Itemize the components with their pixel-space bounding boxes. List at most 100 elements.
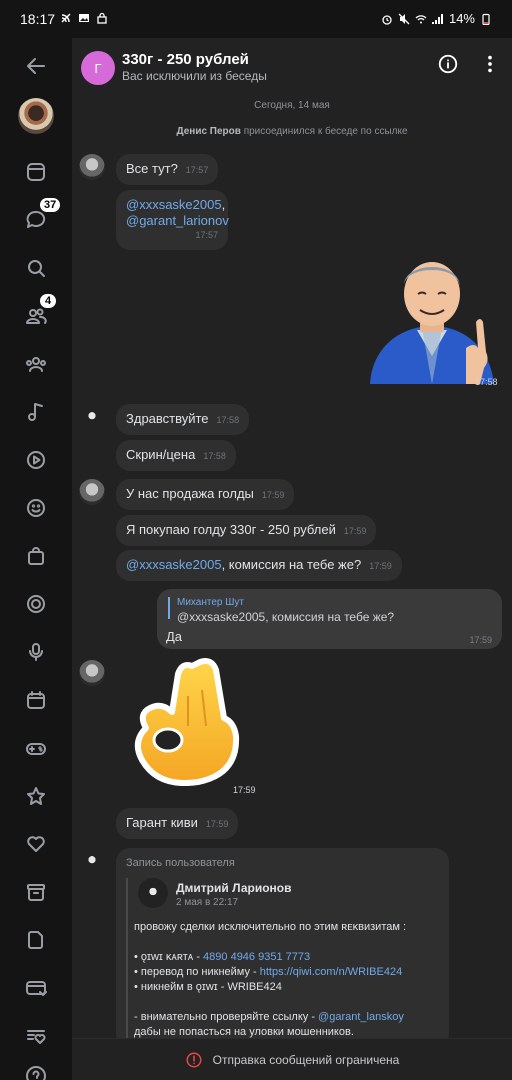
chat-avatar[interactable]: Г	[81, 51, 115, 85]
message-bubble[interactable]: Гарант киви 17:59	[116, 808, 239, 839]
bookmarks-star-icon	[27, 787, 45, 805]
sidebar-item-friends[interactable]: 4	[20, 292, 58, 332]
join-notice: Денис Перов присоединился к беседе по сс…	[72, 126, 512, 137]
post-author-avatar[interactable]	[138, 878, 168, 908]
notification-icons	[60, 12, 108, 24]
video-icon	[27, 451, 45, 469]
message-bubble[interactable]: У нас продажа голды 17:59	[116, 479, 295, 510]
documents-icon	[28, 931, 43, 949]
stickers-icon	[27, 499, 45, 517]
communities-icon	[26, 357, 46, 372]
post-line: провожу сделки исключительно по этим ʀᴇᴋ…	[134, 921, 407, 933]
donations-icon	[27, 1030, 46, 1044]
more-button[interactable]	[476, 50, 504, 78]
repost-bar	[126, 878, 128, 1048]
sticker-ok-hand[interactable]	[128, 656, 244, 786]
profile-avatar[interactable]	[18, 98, 54, 134]
message-text: Гарант киви	[126, 815, 198, 830]
mention-link[interactable]: @xxxsaske2005	[126, 557, 222, 572]
sender-avatar[interactable]	[79, 154, 105, 180]
mute-icon	[398, 13, 410, 24]
sender-avatar[interactable]	[79, 660, 105, 686]
sender-avatar[interactable]	[79, 404, 105, 430]
sidebar-item-stickers[interactable]	[20, 492, 52, 524]
games-icon	[26, 743, 46, 755]
post-line: • никнейм в ǫɪwɪ - WRIBE424	[134, 981, 282, 993]
mention-link[interactable]: @garant_lanskoy	[318, 1011, 404, 1023]
sidebar-item-podcasts[interactable]	[20, 636, 52, 668]
sticker-time: 17:58	[475, 377, 498, 387]
system-icons: 14%	[381, 11, 492, 26]
sidebar-item-help[interactable]	[20, 1060, 52, 1080]
sidebar-item-likes[interactable]	[20, 828, 52, 860]
message-text: , комиссия на тебе же?	[221, 557, 362, 572]
music-icon	[28, 403, 43, 421]
battery-icon	[482, 13, 490, 25]
sender-avatar[interactable]	[79, 848, 105, 874]
chat-subtitle: Вас исключили из беседы	[122, 69, 267, 83]
image-icon	[79, 14, 89, 22]
chat-title[interactable]: 330г - 250 рублей	[122, 51, 249, 68]
message-time: 17:59	[261, 490, 285, 500]
message-text: Да	[166, 629, 183, 644]
sidebar: 37 4	[0, 38, 72, 1080]
sidebar-item-music[interactable]	[20, 396, 52, 428]
date-separator: Сегодня, 14 мая	[254, 100, 330, 111]
repost-label: Запись пользователя	[126, 857, 235, 869]
reply-quoted-text: @xxxsaske2005, комиссия на тебе же?	[177, 610, 395, 624]
sidebar-item-payments[interactable]	[20, 972, 52, 1004]
sidebar-item-games[interactable]	[20, 732, 52, 764]
message-bubble[interactable]: Здравствуйте 17:58	[116, 404, 250, 435]
sticker-man-pointing[interactable]	[362, 256, 502, 386]
reply-bar	[168, 597, 170, 619]
chat-header: Г 330г - 250 рублей Вас исключили из бес…	[72, 38, 512, 100]
message-text: ,	[221, 197, 226, 212]
sidebar-item-calendar[interactable]	[20, 684, 52, 716]
message-time: 17:58	[216, 415, 240, 425]
sticker-time: 17:59	[233, 785, 256, 795]
sidebar-item-news[interactable]	[20, 156, 52, 188]
sidebar-item-donations[interactable]	[20, 1020, 52, 1052]
message-text: У нас продажа голды	[126, 486, 254, 501]
message-bubble[interactable]: Я покупаю голду 330г - 250 рублей 17:59	[116, 515, 377, 546]
sidebar-item-bookmarks[interactable]	[20, 780, 52, 812]
news-icon	[27, 163, 45, 181]
sidebar-item-messages[interactable]: 37	[20, 196, 63, 236]
reply-quoted-name: Михантер Шут	[177, 597, 245, 608]
payments-icon	[26, 981, 47, 996]
battery-percent: 14%	[448, 11, 475, 26]
post-line: • перевод по никнейму -	[134, 966, 260, 978]
calendar-icon	[27, 691, 45, 709]
outgoing-reply-bubble[interactable]: Михантер Шут @xxxsaske2005, комиссия на …	[157, 589, 502, 649]
mention-link[interactable]: @xxxsaske2005	[126, 197, 222, 212]
sidebar-item-documents[interactable]	[20, 924, 52, 956]
friends-badge: 4	[38, 292, 58, 310]
sender-avatar[interactable]	[79, 479, 105, 505]
message-bubble[interactable]: Все тут? 17:57	[116, 154, 219, 185]
message-bubble[interactable]: @xxxsaske2005, @garant_larionov 17:57	[116, 190, 229, 250]
message-bubble[interactable]: Скрин/цена 17:58	[116, 440, 236, 471]
chat-panel: Г 330г - 250 рублей Вас исключили из бес…	[72, 38, 512, 1080]
message-text: Скрин/цена	[126, 447, 196, 462]
sidebar-item-archive[interactable]	[20, 876, 52, 908]
sidebar-item-communities[interactable]	[20, 348, 52, 380]
join-user-name[interactable]: Денис Перов	[176, 126, 240, 137]
mention-link[interactable]: @garant_larionov	[126, 213, 229, 228]
sidebar-item-market[interactable]	[20, 540, 52, 572]
message-bubble[interactable]: @xxxsaske2005, комиссия на тебе же? 17:59	[116, 550, 402, 581]
more-vertical-icon	[488, 55, 492, 73]
join-text: присоединился к беседе по ссылке	[243, 126, 408, 137]
sidebar-item-video[interactable]	[20, 444, 52, 476]
sidebar-item-search[interactable]	[20, 252, 52, 284]
notification-icon	[61, 13, 71, 23]
card-number-link[interactable]: 4890 4946 9351 7773	[203, 951, 310, 963]
archive-icon	[27, 884, 45, 901]
wall-post-attachment[interactable]: Запись пользователя Дмитрий Ларионов 2 м…	[116, 848, 449, 1048]
back-button[interactable]	[20, 50, 52, 82]
lock-icon	[97, 12, 107, 24]
sidebar-item-target[interactable]	[20, 588, 52, 620]
restriction-footer: Отправка сообщений ограничена	[72, 1038, 512, 1080]
info-button[interactable]	[434, 50, 462, 78]
post-author-name[interactable]: Дмитрий Ларионов	[176, 881, 291, 895]
qiwi-link[interactable]: https://qiwi.com/n/WRIBE424	[260, 966, 402, 978]
